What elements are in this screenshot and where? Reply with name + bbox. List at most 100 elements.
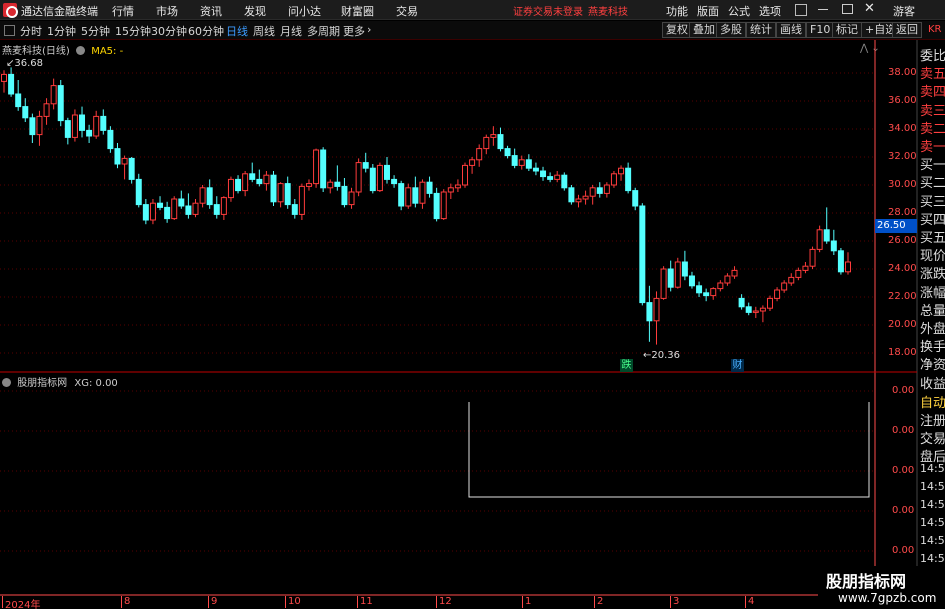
high-marker-value: 36.68: [14, 58, 44, 69]
candle-body: [710, 288, 717, 297]
panel-toggle-icon[interactable]: [4, 25, 15, 36]
period-1min[interactable]: 1分钟: [47, 23, 76, 39]
menu-shichang[interactable]: 市场: [156, 3, 178, 19]
candle-body: [22, 106, 29, 119]
period-weekly[interactable]: 周线: [253, 23, 275, 39]
candle-body: [93, 115, 100, 137]
candle-body: [305, 183, 312, 187]
candle-body: [759, 307, 766, 312]
menu-jiaoyi[interactable]: 交易: [396, 3, 418, 19]
menu-faxian[interactable]: 发现: [244, 3, 266, 19]
indicator-settings-icon[interactable]: [2, 378, 11, 387]
time-axis-label: 4: [748, 596, 755, 607]
app-logo-icon: [3, 3, 18, 18]
quote-panel-label: 卖二: [920, 121, 945, 137]
menu-hangqing[interactable]: 行情: [112, 3, 134, 19]
period-daily[interactable]: 日线: [226, 23, 248, 39]
menu-xuanxiang[interactable]: 选项: [759, 3, 781, 19]
indicator-lines: [468, 402, 870, 498]
candle-body: [313, 149, 320, 185]
quote-panel-label: 14:56: [920, 498, 945, 511]
time-axis-tick: [745, 596, 746, 608]
candle-body: [412, 187, 419, 204]
candle-body: [284, 183, 291, 206]
candle-body: [291, 204, 298, 215]
candle-body: [107, 129, 114, 150]
menu-gongneng[interactable]: 功能: [666, 3, 688, 19]
time-axis-tick: [357, 596, 358, 608]
candle-body: [235, 178, 242, 192]
back-button[interactable]: 返回: [892, 22, 922, 38]
candle-body: [802, 265, 809, 271]
candle-body: [334, 181, 341, 187]
period-15min[interactable]: 15分钟: [115, 23, 151, 39]
time-axis-label: 8: [124, 596, 131, 607]
biaoji-button[interactable]: 标记: [832, 22, 862, 38]
huaxian-button[interactable]: 画线: [776, 22, 806, 38]
candle-body: [149, 202, 156, 221]
candle-body: [128, 157, 135, 180]
quote-panel-label[interactable]: 交易: [920, 428, 945, 447]
period-30min[interactable]: 30分钟: [151, 23, 187, 39]
quote-panel-label[interactable]: 注册: [920, 410, 945, 429]
period-multi[interactable]: 多周期: [307, 23, 340, 39]
period-5min[interactable]: 5分钟: [81, 23, 110, 39]
maximize-icon[interactable]: [842, 4, 853, 14]
close-icon[interactable]: ✕: [864, 1, 875, 16]
candle-body: [618, 167, 625, 175]
duogu-button[interactable]: 多股: [716, 22, 746, 38]
time-axis-label: 2: [597, 596, 604, 607]
menu-caifuquan[interactable]: 财富圈: [341, 3, 374, 19]
f10-button[interactable]: F10: [806, 22, 835, 38]
candle-body: [142, 204, 149, 221]
period-60min[interactable]: 60分钟: [188, 23, 224, 39]
candle-body: [469, 159, 476, 166]
menu-zixun[interactable]: 资讯: [200, 3, 222, 19]
candle-body: [213, 204, 220, 215]
price-axis-label: 26.00: [888, 235, 917, 246]
indicator-title: 股朋指标网: [17, 378, 68, 389]
chevron-right-icon[interactable]: ›: [367, 23, 371, 36]
menu-wenxiaoda[interactable]: 问小达: [288, 3, 321, 19]
candle-body: [454, 184, 461, 189]
candle-body: [100, 115, 107, 131]
candle-body: [8, 73, 15, 95]
quote-panel-label: 外盘: [920, 322, 945, 337]
candle-body: [532, 167, 539, 172]
candle-body: [603, 184, 610, 194]
quote-panel-label: 委比: [920, 49, 945, 64]
candle-body: [185, 205, 192, 215]
candle-body: [653, 297, 660, 322]
candle-body: [738, 297, 745, 308]
quote-panel-label: 总量: [920, 303, 945, 319]
candle-body: [157, 202, 164, 208]
candle-body: [497, 134, 504, 150]
event-badge-finance[interactable]: 财: [731, 359, 744, 372]
candle-body: [696, 285, 703, 294]
price-axis-label: 22.00: [888, 291, 917, 302]
price-axis-label: 38.00: [888, 67, 917, 78]
quote-panel-label: 14:56: [920, 552, 945, 565]
quote-panel-label[interactable]: 自动: [920, 392, 945, 411]
candle-body: [447, 187, 454, 193]
period-monthly[interactable]: 月线: [280, 23, 302, 39]
candle-body: [766, 297, 773, 309]
candle-body: [561, 174, 568, 189]
window-icon[interactable]: [795, 4, 807, 16]
time-axis-tick: [594, 596, 595, 608]
candle-body: [575, 198, 582, 203]
trade-login-status[interactable]: 证券交易未登录: [513, 3, 583, 18]
fuquan-button[interactable]: 复权: [662, 22, 692, 38]
period-more[interactable]: 更多: [343, 23, 365, 39]
minimize-icon[interactable]: [818, 9, 828, 10]
candle-body: [227, 178, 234, 199]
menu-gongshi[interactable]: 公式: [728, 3, 750, 19]
guest-label[interactable]: 游客: [893, 3, 915, 19]
price-axis-label: 18.00: [888, 347, 917, 358]
event-badge-fall[interactable]: 跌: [620, 359, 633, 372]
period-fenshi[interactable]: 分时: [20, 23, 42, 39]
candle-body: [781, 282, 788, 291]
diejia-button[interactable]: 叠加: [689, 22, 719, 38]
tongji-button[interactable]: 统计: [746, 22, 776, 38]
menu-banmian[interactable]: 版面: [697, 3, 719, 19]
